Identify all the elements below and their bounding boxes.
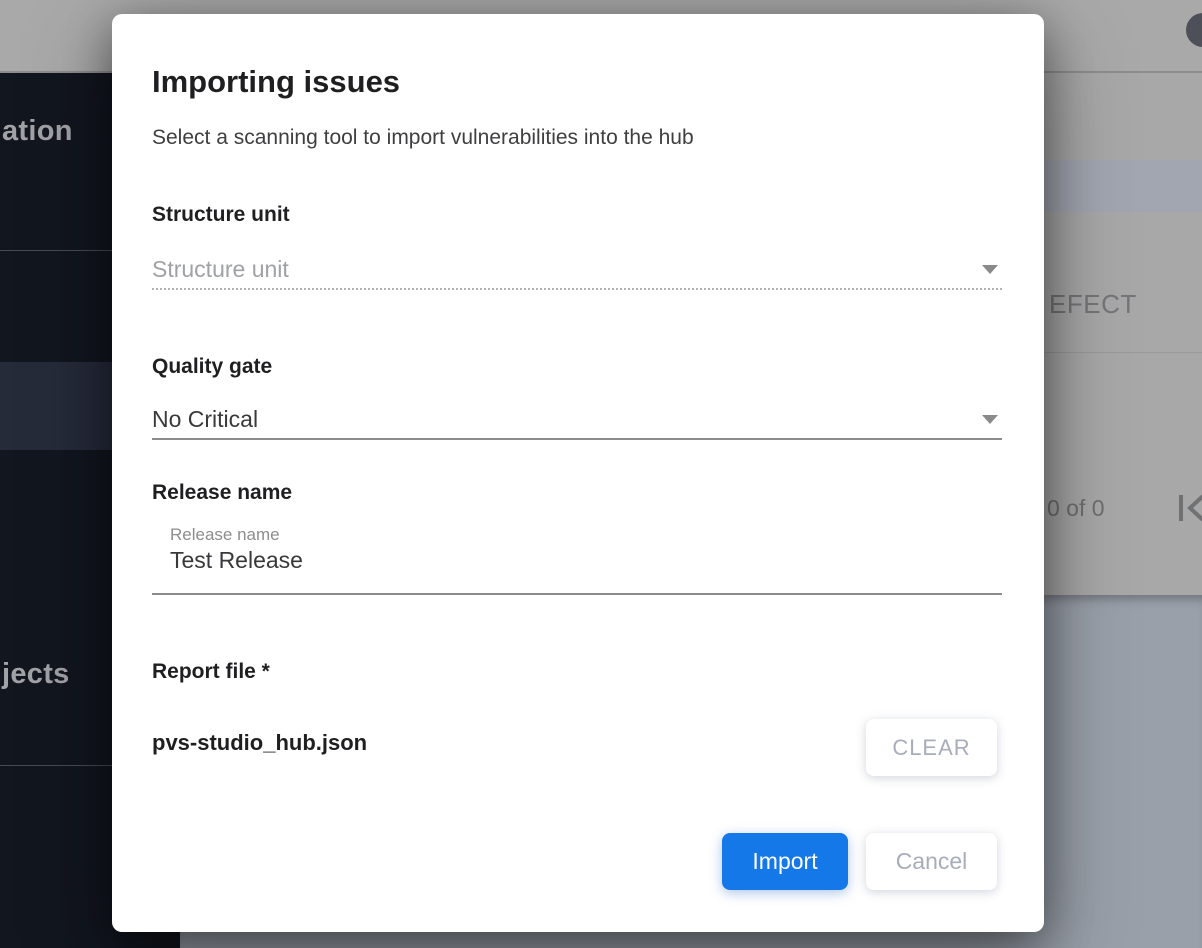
quality-gate-select[interactable]: No Critical [152,400,1002,440]
sidebar-item-label-ation[interactable]: ation [2,115,73,148]
import-dialog: Importing issues Select a scanning tool … [112,14,1044,932]
release-name-label: Release name [152,481,292,505]
pagination-label: 0 of 0 [1047,495,1105,522]
release-name-input[interactable] [170,547,950,574]
chevron-down-icon [982,415,998,424]
chevron-down-icon [982,265,998,274]
cancel-button[interactable]: Cancel [866,833,997,890]
quality-gate-label: Quality gate [152,355,272,379]
structure-unit-label: Structure unit [152,203,290,227]
import-button[interactable]: Import [722,833,848,890]
structure-unit-placeholder: Structure unit [152,256,289,283]
quality-gate-value: No Critical [152,406,258,433]
dialog-title: Importing issues [152,64,400,100]
sidebar-item-label-jects[interactable]: jects [2,658,70,691]
clear-button[interactable]: CLEAR [866,719,997,776]
first-page-icon[interactable] [1174,490,1202,526]
release-name-floating-label: Release name [170,525,280,545]
report-file-label: Report file * [152,660,270,684]
release-name-field[interactable]: Release name [152,520,1002,595]
structure-unit-select[interactable]: Structure unit [152,250,1002,290]
avatar[interactable] [1186,13,1202,47]
dialog-subtitle: Select a scanning tool to import vulnera… [152,126,694,150]
report-file-name: pvs-studio_hub.json [152,730,367,756]
table-column-header-defect: EFECT [1049,289,1137,320]
